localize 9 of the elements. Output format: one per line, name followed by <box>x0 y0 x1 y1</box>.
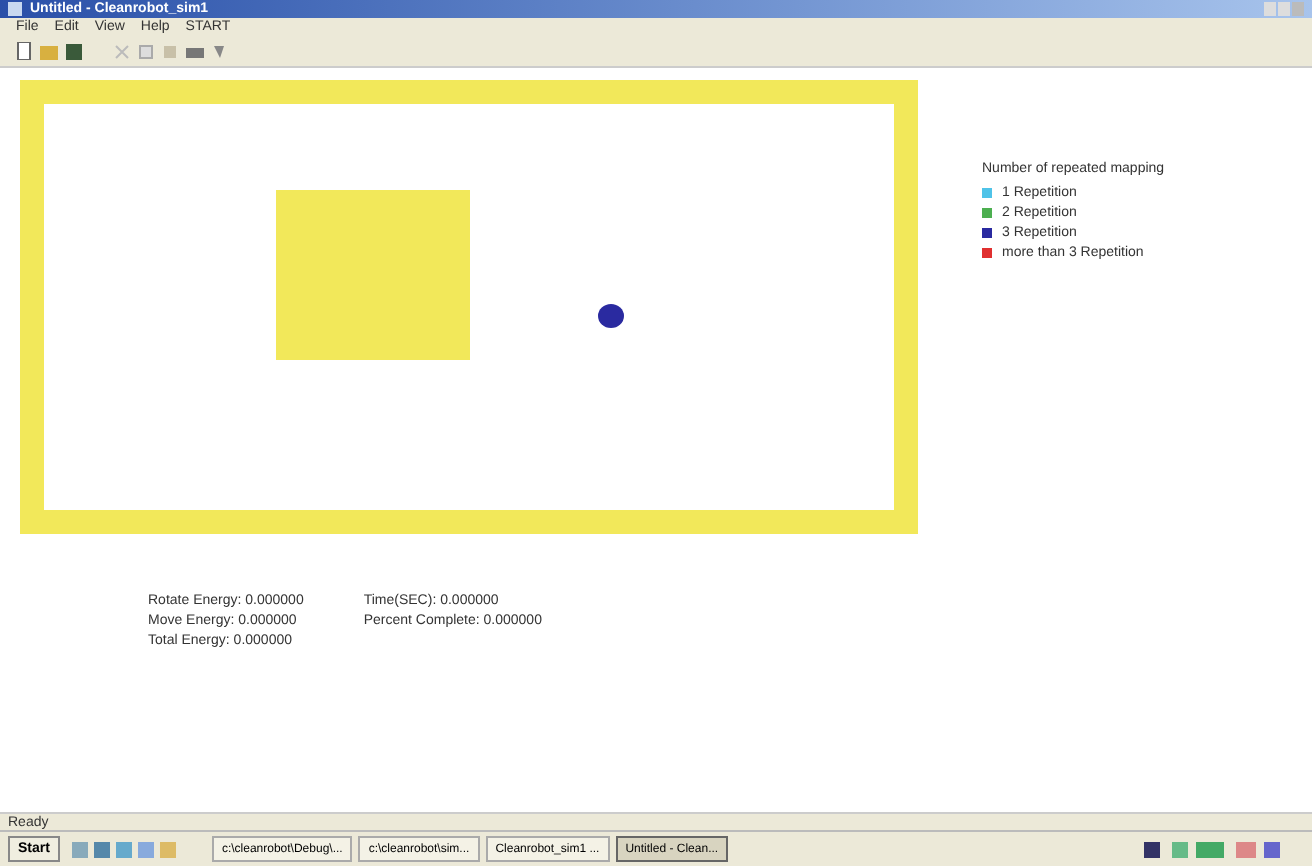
paste-icon[interactable] <box>162 43 178 59</box>
robot-dot <box>598 304 624 328</box>
folder-icon[interactable] <box>40 43 58 59</box>
print-icon[interactable] <box>186 43 204 59</box>
app-icon <box>8 2 22 16</box>
copy-icon[interactable] <box>138 43 154 59</box>
save-icon[interactable] <box>66 43 82 59</box>
new-file-icon[interactable] <box>16 42 32 60</box>
cut-icon[interactable] <box>114 43 130 59</box>
